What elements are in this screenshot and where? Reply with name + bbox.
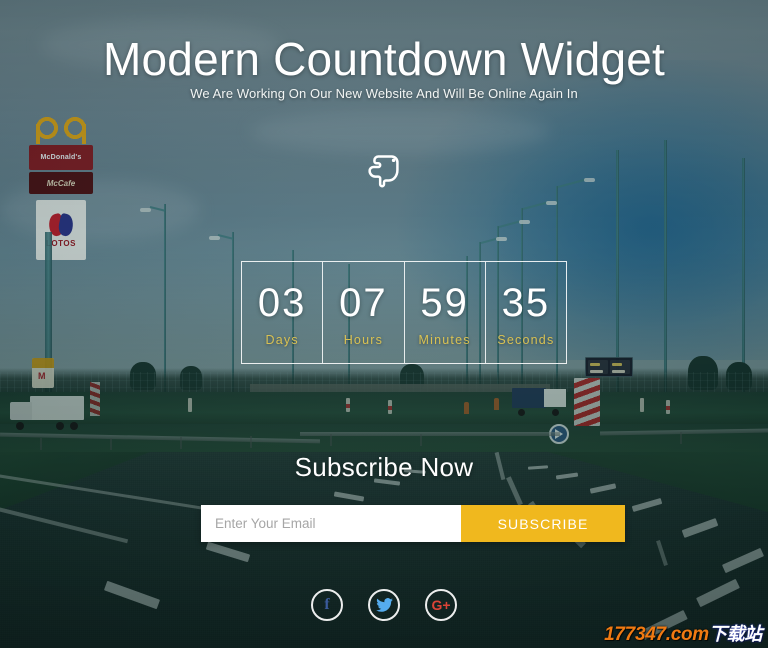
countdown-unit-days: 03 Days (242, 262, 322, 363)
countdown-unit-seconds: 35 Seconds (484, 262, 566, 363)
countdown-minutes-value: 59 (420, 280, 469, 325)
countdown-seconds-value: 35 (501, 280, 551, 325)
countdown-timer: 03 Days 07 Hours 59 Minutes 35 Seconds (241, 261, 567, 364)
watermark-domain: 177347.com (604, 624, 709, 645)
pointing-hand-icon (361, 145, 407, 191)
page-root: McDonald's McCafe LOTOS M Modern Countdo… (0, 0, 768, 648)
countdown-days-label: Days (265, 332, 299, 347)
twitter-bird-glyph (375, 598, 393, 612)
facebook-glyph: f (324, 596, 330, 613)
facebook-icon[interactable]: f (311, 589, 343, 621)
watermark: 177347.com 下载站 (604, 625, 762, 644)
subscribe-button[interactable]: SUBSCRIBE (461, 505, 625, 542)
countdown-seconds-label: Seconds (497, 332, 555, 347)
social-links: f G+ (0, 589, 768, 621)
countdown-unit-minutes: 59 Minutes (403, 262, 485, 363)
email-input[interactable] (201, 505, 461, 542)
subscribe-form: SUBSCRIBE (201, 505, 625, 542)
page-subtitle: We Are Working On Our New Website And Wi… (190, 86, 578, 101)
twitter-icon[interactable] (368, 589, 400, 621)
countdown-hours-value: 07 (339, 280, 388, 325)
countdown-days-value: 03 (257, 280, 307, 325)
page-title: Modern Countdown Widget (102, 33, 665, 85)
google-plus-glyph: G+ (431, 597, 451, 613)
subscribe-heading: Subscribe Now (294, 452, 474, 482)
countdown-unit-hours: 07 Hours (322, 262, 403, 363)
page-content: Modern Countdown Widget We Are Working O… (0, 0, 768, 648)
countdown-hours-label: Hours (343, 332, 384, 347)
watermark-suffix: 下载站 (708, 624, 762, 644)
google-plus-icon[interactable]: G+ (425, 589, 457, 621)
countdown-minutes-label: Minutes (418, 332, 471, 347)
